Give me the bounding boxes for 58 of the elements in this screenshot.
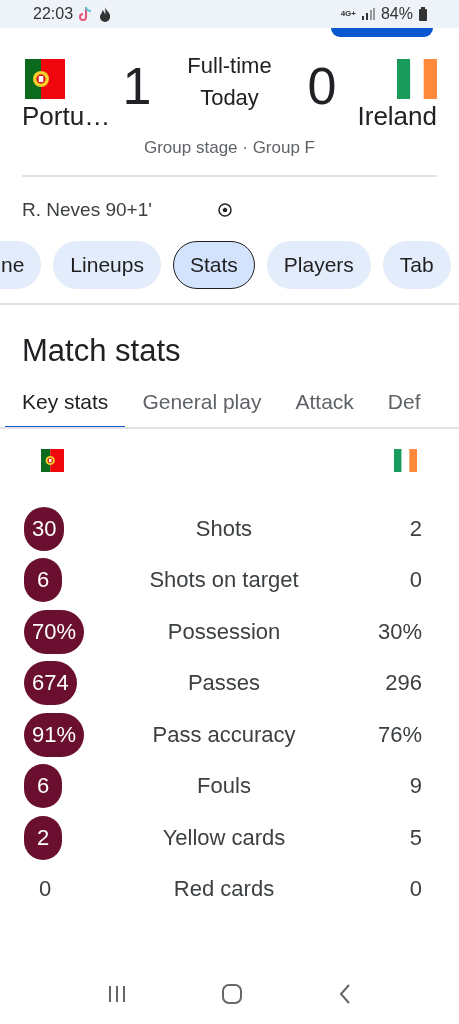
section-title: Match stats — [22, 332, 182, 370]
goal-scorer: R. Neves 90+1' — [22, 199, 153, 221]
nav-chip[interactable]: Tab — [382, 241, 451, 289]
nav-chip[interactable]: Players — [266, 241, 371, 289]
nav-chip[interactable]: Lineups — [53, 241, 161, 289]
away-value: 5 — [408, 824, 423, 851]
search-pill[interactable] — [331, 28, 433, 37]
ball-icon — [218, 203, 232, 217]
away-value: 0 — [408, 876, 423, 903]
stat-label: Shots — [194, 515, 254, 542]
nav-chip[interactable]: Stats — [172, 241, 255, 289]
away-value: 0 — [408, 567, 423, 594]
away-value: 296 — [384, 670, 423, 697]
match-date: Today — [199, 84, 260, 112]
home-value: 674 — [24, 661, 77, 706]
portugal-flag-icon — [41, 449, 64, 472]
ireland-flag-icon — [397, 59, 437, 99]
score: 1 — [121, 60, 153, 112]
stat-label: Possession — [166, 618, 282, 645]
team-name: Portu… — [22, 100, 112, 133]
stat-label: Yellow cards — [161, 824, 287, 851]
stats-tab[interactable]: General play — [125, 383, 279, 427]
stats-tab[interactable]: Key stats — [5, 383, 126, 427]
stage-label: Group stage · Group F — [143, 138, 316, 158]
match-status: Full-time — [187, 52, 272, 80]
home-value: 70% — [24, 609, 85, 654]
recent-apps-icon[interactable] — [107, 984, 128, 1004]
home-value: 2 — [24, 815, 62, 860]
away-value: 30% — [376, 618, 423, 645]
home-value: 91% — [24, 712, 85, 757]
network-label: 4G+ — [340, 10, 356, 18]
flame-icon — [99, 6, 112, 22]
home-value: 6 — [24, 764, 62, 809]
away-value: 2 — [408, 515, 423, 542]
stat-label: Fouls — [196, 773, 252, 800]
clock: 22:03 — [33, 5, 74, 23]
ireland-flag-icon — [394, 449, 417, 472]
music-app-icon — [79, 6, 94, 22]
battery-icon — [419, 7, 427, 21]
home-value: 0 — [37, 875, 53, 904]
stat-label: Shots on target — [148, 567, 300, 594]
team-name: Ireland — [356, 100, 437, 133]
stat-label: Pass accuracy — [151, 721, 297, 748]
stat-label: Passes — [186, 670, 262, 697]
stat-label: Red cards — [172, 876, 276, 903]
away-value: 9 — [408, 773, 423, 800]
battery-level: 84% — [380, 5, 413, 23]
back-icon[interactable] — [337, 983, 352, 1005]
score: 0 — [306, 60, 338, 112]
home-value: 30 — [24, 506, 65, 551]
portugal-flag-icon — [25, 59, 65, 99]
home-icon[interactable] — [221, 983, 244, 1005]
stats-tab[interactable]: Def — [370, 383, 438, 427]
stats-tab[interactable]: Attack — [278, 383, 371, 427]
nav-chip[interactable]: ne — [0, 241, 42, 289]
home-value: 6 — [24, 558, 62, 603]
away-value: 76% — [376, 721, 423, 748]
signal-icon — [361, 8, 375, 20]
